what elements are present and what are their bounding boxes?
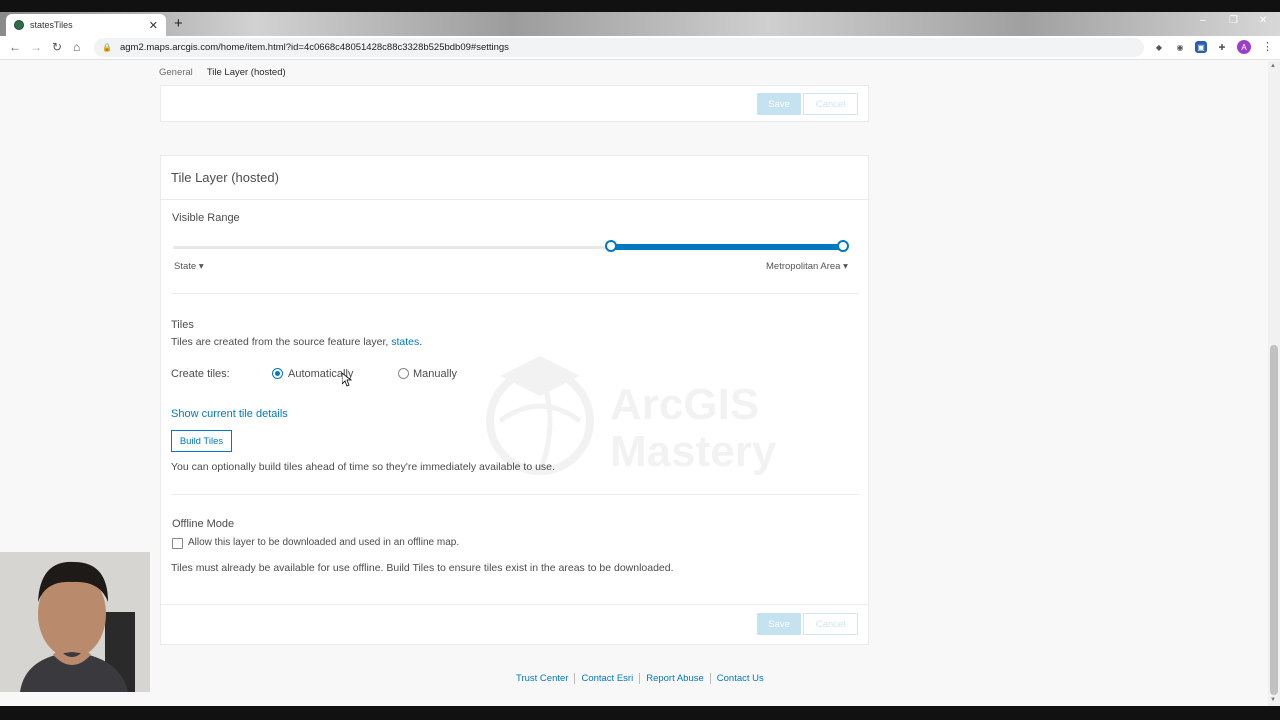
tab-strip [0, 12, 1280, 36]
os-top-bar [0, 0, 1280, 12]
tab-close-icon[interactable]: ✕ [149, 19, 158, 32]
extension-icon[interactable]: ◉ [1174, 41, 1186, 53]
tiles-description: Tiles are created from the source featur… [171, 336, 422, 348]
divider [171, 494, 859, 495]
save-button[interactable]: Save [757, 93, 801, 115]
range-slider-fill [610, 244, 843, 250]
subnav-general[interactable]: General [159, 67, 193, 78]
general-card-footer: Save Cancel [160, 85, 869, 122]
minimize-icon[interactable]: – [1200, 15, 1206, 26]
new-tab-icon[interactable]: + [174, 15, 183, 32]
offline-mode-heading: Offline Mode [172, 518, 235, 530]
build-tiles-note: You can optionally build tiles ahead of … [171, 461, 555, 473]
scroll-down-icon[interactable]: ▼ [1270, 697, 1276, 703]
address-bar[interactable]: 🔒 agm2.maps.arcgis.com/home/item.html?id… [94, 38, 1144, 57]
source-layer-link[interactable]: states [391, 336, 419, 348]
profile-avatar[interactable]: A [1237, 40, 1251, 54]
min-scale-dropdown[interactable]: State ▾ [174, 261, 204, 272]
reload-icon[interactable]: ↻ [52, 40, 62, 54]
chevron-down-icon: ▾ [843, 261, 848, 272]
page-content: General Tile Layer (hosted) Save Cancel … [0, 61, 1268, 706]
manual-radio-label[interactable]: Manually [413, 368, 457, 380]
browser-menu-icon[interactable]: ⋮ [1262, 40, 1273, 53]
auto-radio[interactable] [272, 368, 283, 379]
extension-icon[interactable]: ▣ [1195, 41, 1207, 53]
tiles-description-end: . [419, 336, 423, 348]
settings-subnav: General Tile Layer (hosted) [159, 67, 286, 78]
footer-link-contact-us[interactable]: Contact Us [711, 673, 770, 684]
min-scale-label: State [174, 261, 197, 272]
tiles-heading: Tiles [171, 319, 194, 331]
footer-link-report-abuse[interactable]: Report Abuse [640, 673, 711, 684]
offline-note: Tiles must already be available for use … [171, 562, 674, 574]
bottom-bar [0, 706, 1280, 720]
range-slider-min-handle[interactable] [604, 240, 617, 252]
save-button[interactable]: Save [757, 613, 801, 635]
scroll-up-icon[interactable]: ▲ [1270, 63, 1276, 69]
footer-link-contact-esri[interactable]: Contact Esri [575, 673, 641, 684]
offline-checkbox-label[interactable]: Allow this layer to be downloaded and us… [188, 537, 459, 548]
range-slider-max-handle[interactable] [837, 240, 849, 252]
window-close-icon[interactable]: ✕ [1259, 15, 1267, 26]
presenter-webcam [0, 552, 150, 692]
tile-layer-card: Tile Layer (hosted) Visible Range State … [160, 155, 869, 645]
manual-radio[interactable] [398, 368, 409, 379]
divider [171, 293, 859, 294]
url-text: agm2.maps.arcgis.com/home/item.html?id=4… [119, 42, 509, 53]
restore-icon[interactable]: ❐ [1229, 15, 1238, 26]
scrollbar-thumb[interactable] [1270, 345, 1278, 695]
max-scale-dropdown[interactable]: Metropolitan Area ▾ [766, 261, 848, 272]
back-icon[interactable]: ← [9, 40, 21, 54]
extension-icon[interactable]: ◆ [1153, 41, 1165, 53]
forward-icon[interactable]: → [30, 40, 42, 54]
mouse-cursor-icon [342, 373, 352, 387]
max-scale-label: Metropolitan Area [766, 261, 841, 272]
offline-checkbox[interactable] [172, 538, 183, 549]
create-tiles-label: Create tiles: [171, 368, 230, 380]
lock-icon: 🔒 [102, 43, 112, 52]
footer-links: Trust Center Contact Esri Report Abuse C… [510, 673, 770, 684]
footer-link-trust-center[interactable]: Trust Center [510, 673, 576, 684]
chevron-down-icon: ▾ [198, 261, 204, 272]
browser-tab[interactable]: statesTiles ✕ [6, 14, 166, 36]
cancel-button[interactable]: Cancel [803, 93, 858, 115]
globe-icon [14, 20, 24, 30]
subnav-tile-layer[interactable]: Tile Layer (hosted) [207, 67, 286, 78]
divider [161, 604, 868, 605]
puzzle-icon[interactable]: ✚ [1216, 41, 1228, 53]
visible-range-label: Visible Range [172, 212, 240, 224]
card-title: Tile Layer (hosted) [161, 156, 868, 200]
cancel-button[interactable]: Cancel [803, 613, 858, 635]
tiles-description-text: Tiles are created from the source featur… [171, 336, 392, 348]
build-tiles-button[interactable]: Build Tiles [171, 430, 232, 452]
home-icon[interactable]: ⌂ [73, 40, 80, 54]
show-tile-details-link[interactable]: Show current tile details [171, 408, 288, 420]
tab-title: statesTiles [30, 20, 73, 30]
